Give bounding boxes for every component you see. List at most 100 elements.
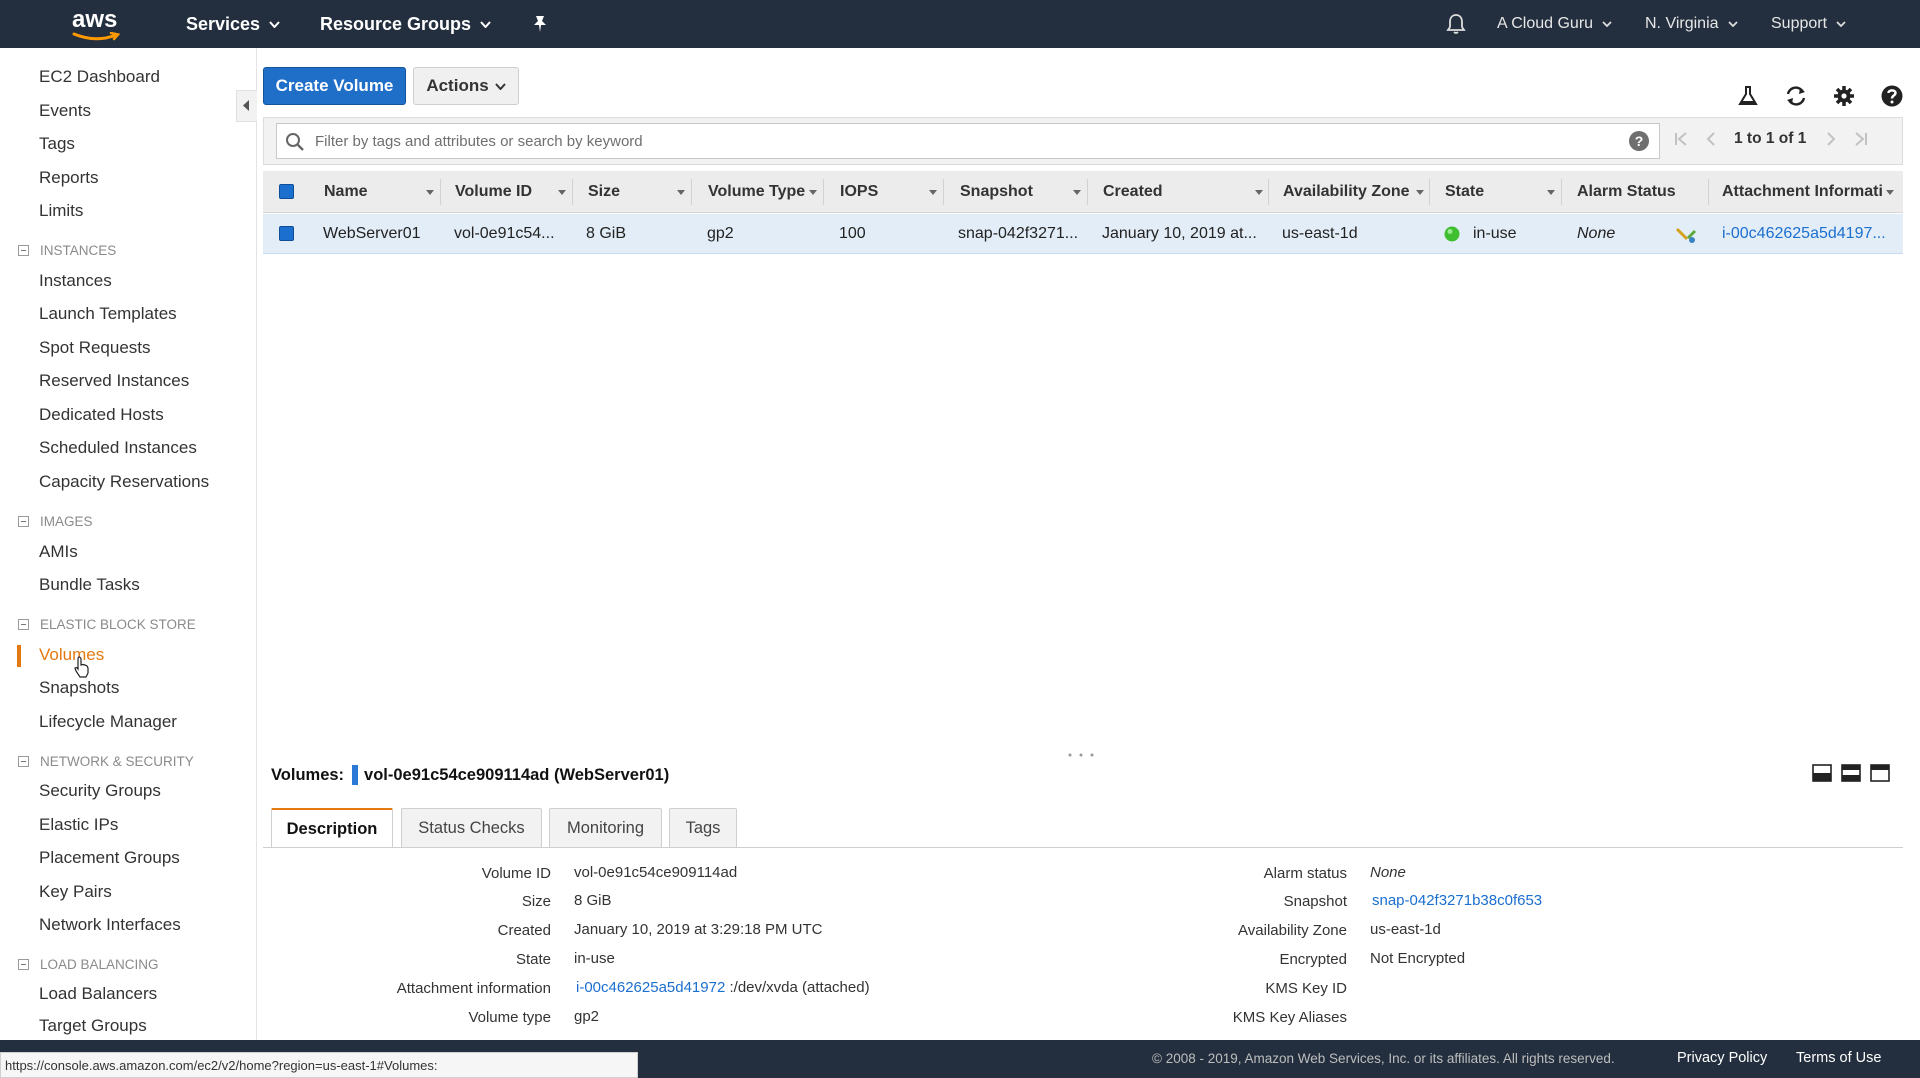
column-header-volume-id[interactable]: Volume ID [455,183,532,201]
column-header-state[interactable]: State [1445,183,1484,201]
column-header-availability-zone[interactable]: Availability Zone [1283,183,1410,201]
sidebar-item-amis[interactable]: AMIs [39,542,78,562]
help-icon[interactable] [1880,84,1904,108]
privacy-policy-link[interactable]: Privacy Policy [1677,1050,1767,1066]
sidebar-item-volumes[interactable]: Volumes [39,645,104,665]
account-menu[interactable]: A Cloud Guru [1497,0,1612,48]
sort-caret-icon[interactable] [426,190,434,195]
sidebar-section-images[interactable]: IMAGES [18,514,93,529]
filter-help-icon[interactable]: ? [1629,131,1649,151]
aws-logo[interactable]: aws [70,4,126,44]
gear-icon[interactable] [1832,84,1856,108]
sort-caret-icon[interactable] [1255,190,1263,195]
sidebar-item-snapshots[interactable]: Snapshots [39,678,119,698]
last-page-icon[interactable] [1854,132,1868,146]
support-menu[interactable]: Support [1771,0,1846,48]
sidebar-item-ec2-dashboard[interactable]: EC2 Dashboard [39,67,160,87]
details-selected-volume: vol-0e91c54ce909114ad (WebServer01) [364,765,670,784]
sidebar-item-events[interactable]: Events [39,101,91,121]
sort-caret-icon[interactable] [1886,190,1894,195]
select-all-checkbox[interactable] [279,184,294,199]
sidebar-item-reserved-instances[interactable]: Reserved Instances [39,371,189,391]
label-state: State [515,951,551,968]
sidebar-item-capacity-reservations[interactable]: Capacity Reservations [39,472,209,492]
sidebar-item-dedicated-hosts[interactable]: Dedicated Hosts [39,405,164,425]
notifications-button[interactable] [1446,0,1466,48]
sidebar-collapse-button[interactable] [236,90,257,122]
sort-caret-icon[interactable] [558,190,566,195]
tab-description[interactable]: Description [271,808,393,848]
layout-top-icon[interactable] [1870,764,1890,782]
tab-tags[interactable]: Tags [669,808,737,848]
support-label: Support [1771,15,1828,32]
sort-caret-icon[interactable] [1547,190,1555,195]
flask-icon[interactable] [1736,84,1760,108]
create-volume-button[interactable]: Create Volume [263,67,406,105]
tab-monitoring[interactable]: Monitoring [549,808,662,848]
next-page-icon[interactable] [1824,132,1838,146]
create-alarm-icon[interactable] [1676,224,1698,244]
search-input[interactable]: Filter by tags and attributes or search … [276,123,1660,159]
sidebar-item-spot-requests[interactable]: Spot Requests [39,338,151,358]
sidebar-item-load-balancers[interactable]: Load Balancers [39,984,157,1004]
sidebar-section-network-security[interactable]: NETWORK & SECURITY [18,754,194,769]
column-header-alarm-status[interactable]: Alarm Status [1577,183,1676,201]
sidebar-item-bundle-tasks[interactable]: Bundle Tasks [39,575,140,595]
cell-size: 8 GiB [586,225,627,242]
tab-status-checks[interactable]: Status Checks [401,808,542,848]
sidebar-item-lifecycle-manager[interactable]: Lifecycle Manager [39,712,177,732]
column-divider [823,179,824,205]
layout-split-icon[interactable] [1841,764,1861,782]
column-divider [1561,179,1562,205]
table-row[interactable]: WebServer01 vol-0e91c54... 8 GiB gp2 100… [263,214,1903,254]
cell-attachment-link[interactable]: i-00c462625a5d4197... [1722,225,1886,243]
sidebar-section-instances[interactable]: INSTANCES [18,243,116,258]
snapshot-link[interactable]: snap-042f3271b38c0f653 [1372,892,1542,909]
sidebar-item-elastic-ips[interactable]: Elastic IPs [39,815,118,835]
attachment-instance-link[interactable]: i-00c462625a5d41972 [576,979,725,996]
sidebar-item-instances[interactable]: Instances [39,271,112,291]
column-header-name[interactable]: Name [324,183,368,201]
sort-caret-icon[interactable] [1416,190,1424,195]
sort-caret-icon[interactable] [677,190,685,195]
sidebar-section-load-balancing[interactable]: LOAD BALANCING [18,957,159,972]
sidebar-section-elastic-block-store[interactable]: ELASTIC BLOCK STORE [18,617,196,632]
layout-bottom-icon[interactable] [1812,764,1832,782]
chevron-down-icon [1836,21,1846,27]
sidebar-item-security-groups[interactable]: Security Groups [39,781,161,801]
services-menu[interactable]: Services [186,0,280,48]
previous-page-icon[interactable] [1704,132,1718,146]
sidebar-item-launch-templates[interactable]: Launch Templates [39,304,177,324]
sidebar-item-tags[interactable]: Tags [39,134,75,154]
actions-button[interactable]: Actions [413,67,519,105]
sort-caret-icon[interactable] [1073,190,1081,195]
column-header-created[interactable]: Created [1103,183,1163,201]
terms-of-use-link[interactable]: Terms of Use [1796,1050,1881,1066]
sort-caret-icon[interactable] [929,190,937,195]
row-checkbox[interactable] [279,226,294,241]
refresh-icon[interactable] [1784,84,1808,108]
column-header-size[interactable]: Size [588,183,620,201]
sidebar-item-placement-groups[interactable]: Placement Groups [39,848,180,868]
region-menu[interactable]: N. Virginia [1645,0,1738,48]
resize-grip-icon[interactable] [1066,752,1096,758]
sidebar-item-key-pairs[interactable]: Key Pairs [39,882,112,902]
sidebar-item-scheduled-instances[interactable]: Scheduled Instances [39,438,197,458]
column-header-volume-type[interactable]: Volume Type [708,183,805,201]
search-placeholder: Filter by tags and attributes or search … [315,133,643,150]
sidebar-item-reports[interactable]: Reports [39,168,99,188]
column-header-iops[interactable]: IOPS [840,183,878,201]
column-divider [572,179,573,205]
resource-groups-menu[interactable]: Resource Groups [320,0,491,48]
sidebar-item-network-interfaces[interactable]: Network Interfaces [39,915,181,935]
column-header-attachment-information[interactable]: Attachment Informati [1722,183,1883,201]
column-header-snapshot[interactable]: Snapshot [960,183,1033,201]
sort-caret-icon[interactable] [809,190,817,195]
column-divider [1708,179,1709,205]
first-page-icon[interactable] [1674,132,1688,146]
pin-button[interactable] [532,0,548,48]
top-navigation-bar: aws Services Resource Groups A Cloud Gur… [0,0,1920,48]
services-label: Services [186,13,261,34]
sidebar-item-target-groups[interactable]: Target Groups [39,1016,147,1036]
sidebar-item-limits[interactable]: Limits [39,201,83,221]
